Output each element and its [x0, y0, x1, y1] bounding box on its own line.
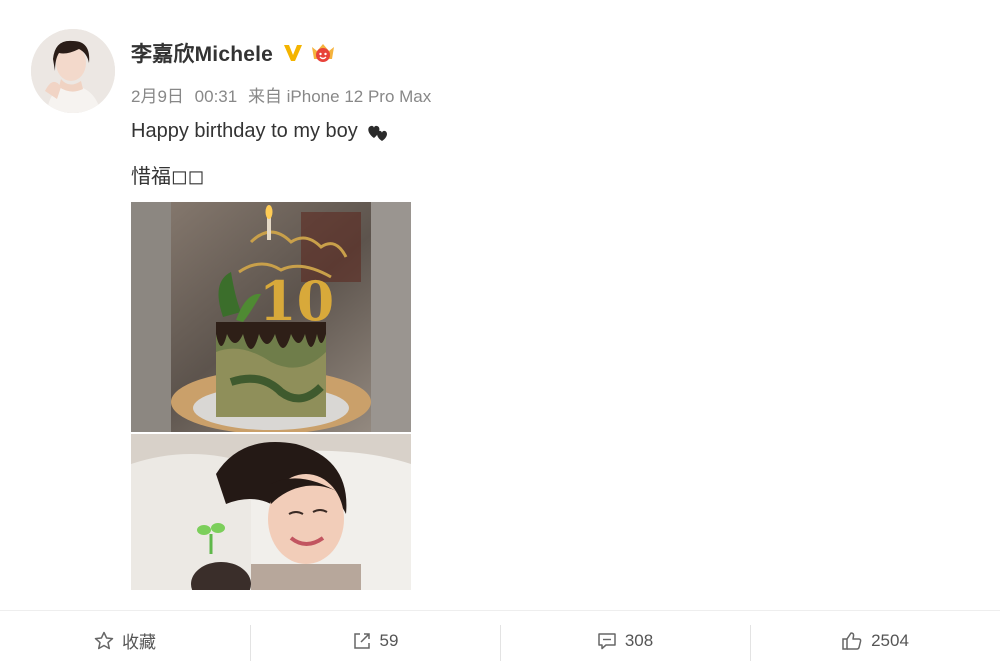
post-text-line1: Happy birthday to my boy: [131, 120, 390, 143]
post-meta: 2月9日 00:31 来自 iPhone 12 Pro Max: [131, 82, 437, 107]
action-bar: 收藏 59 308 2504: [0, 610, 1000, 670]
comment-button[interactable]: 308: [500, 611, 750, 670]
repost-count: 59: [379, 630, 399, 650]
post-text-line2: 惜福◻◻: [131, 166, 205, 188]
verified-v-icon: [283, 43, 303, 63]
weibo-post: 李嘉欣Michele 2月9日 00:31 来自 iPhone 12 Pro M…: [0, 0, 1000, 670]
member-badge-icon[interactable]: [309, 42, 337, 64]
post-time[interactable]: 00:31: [195, 87, 238, 106]
post-text: Happy birthday to my boy: [131, 120, 358, 142]
username[interactable]: 李嘉欣Michele: [131, 38, 273, 68]
name-row: 李嘉欣Michele: [131, 38, 337, 68]
cake-photo[interactable]: 10: [131, 202, 411, 432]
avatar[interactable]: [31, 29, 115, 113]
repost-icon: [353, 632, 370, 649]
comment-icon: [598, 632, 616, 649]
star-icon: [94, 631, 114, 649]
like-count: 2504: [871, 630, 909, 650]
favorite-label: 收藏: [122, 633, 156, 652]
comment-count: 308: [624, 630, 654, 650]
favorite-button[interactable]: 收藏: [0, 611, 250, 670]
cake-number: 10: [259, 269, 334, 333]
like-button[interactable]: 2504: [750, 611, 1000, 670]
post-date[interactable]: 2月9日: [131, 87, 184, 106]
thumbs-up-icon: [842, 631, 862, 650]
post-source: 来自 iPhone 12 Pro Max: [247, 87, 432, 106]
two-hearts-icon: [366, 122, 390, 142]
repost-button[interactable]: 59: [250, 611, 500, 670]
mother-baby-photo[interactable]: [131, 434, 411, 590]
